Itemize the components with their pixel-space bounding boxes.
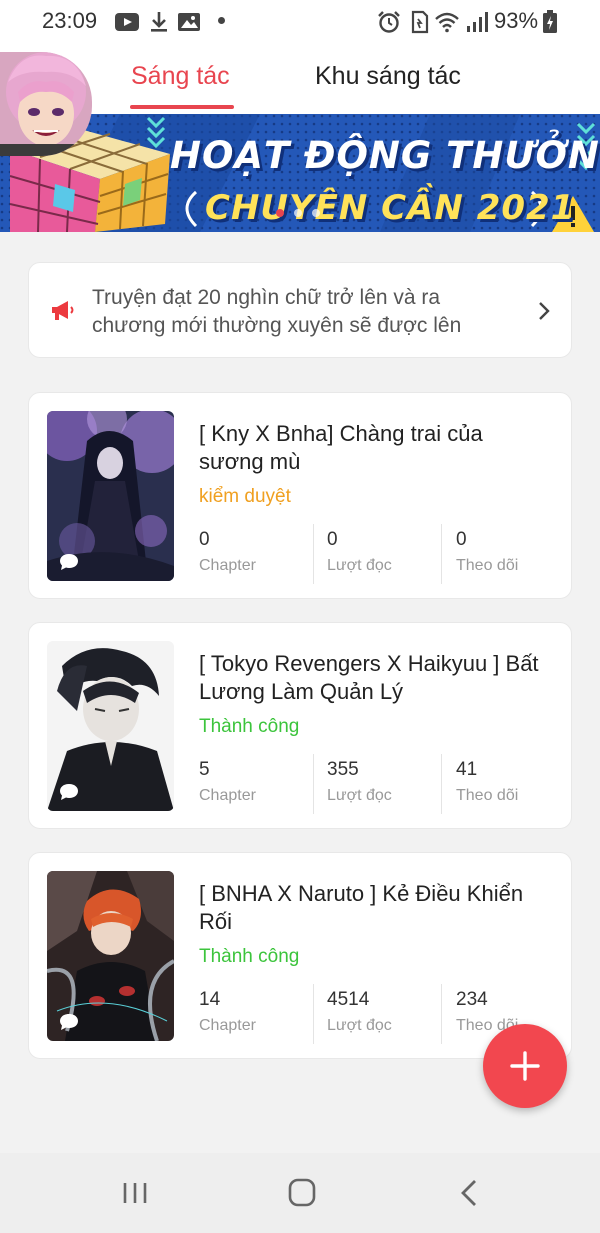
stat-value: 0 (327, 529, 338, 550)
tab-sang-tac[interactable]: Sáng tác (131, 62, 230, 91)
chat-bubble-icon (59, 553, 79, 571)
chat-bubble-icon (59, 1013, 79, 1031)
divider (441, 754, 442, 814)
stat-value: 4514 (327, 989, 370, 1010)
stat-label: Chapter (199, 557, 256, 574)
story-status: kiểm duyệt (199, 486, 291, 507)
stat-value: 355 (327, 759, 359, 780)
status-bar: 23:09 93% (0, 0, 600, 44)
stat-value: 14 (199, 989, 221, 1010)
chat-bubble-icon (59, 783, 79, 801)
stat-value: 0 (456, 529, 467, 550)
add-story-button[interactable] (483, 1024, 567, 1108)
notice-text: Truyện đạt 20 nghìn chữ trở lên và ra ch… (92, 286, 462, 337)
divider (441, 984, 442, 1044)
download-icon (146, 10, 172, 34)
story-card[interactable]: [ Tokyo Revengers X Haikyuu ] Bất Lương … (28, 622, 572, 829)
notice-card[interactable]: Truyện đạt 20 nghìn chữ trở lên và ra ch… (28, 262, 572, 358)
battery-charging-icon (542, 10, 558, 34)
alarm-icon (376, 10, 402, 34)
megaphone-icon (49, 297, 75, 323)
status-time: 23:09 (42, 8, 98, 33)
system-nav-bar (0, 1153, 600, 1233)
chevron-right-icon (535, 299, 553, 323)
stat-views: 4514 Lượt đọc (327, 989, 447, 1035)
divider (313, 524, 314, 584)
sim-icon (406, 10, 432, 34)
back-icon[interactable] (450, 1175, 490, 1211)
image-icon (176, 10, 202, 34)
banner-title-line2: CHUYÊN CẦN 2021 (205, 188, 576, 228)
tab-active-indicator (130, 105, 234, 109)
stat-label: Lượt đọc (327, 557, 392, 574)
stat-chapter: 5 Chapter (199, 759, 319, 805)
banner-dot-active (276, 209, 284, 217)
stat-views: 355 Lượt đọc (327, 759, 447, 805)
battery-percent: 93% (494, 8, 539, 33)
wifi-icon (434, 10, 460, 34)
story-cover (47, 871, 174, 1041)
divider (313, 984, 314, 1044)
dot-icon (218, 17, 225, 24)
story-title: [ Kny X Bnha] Chàng trai của sương mù (199, 421, 483, 474)
banner-title-line1: HOẠT ĐỘNG THƯỞNG (170, 134, 600, 177)
tab-khu-sang-tac[interactable]: Khu sáng tác (315, 62, 461, 91)
stat-label: Chapter (199, 787, 256, 804)
recent-apps-icon[interactable] (115, 1175, 155, 1211)
stat-chapter: 14 Chapter (199, 989, 319, 1035)
divider (313, 754, 314, 814)
header: Sáng tác Khu sáng tác (0, 44, 600, 156)
stat-value: 234 (456, 989, 488, 1010)
stat-chapter: 0 Chapter (199, 529, 319, 575)
stat-label: Lượt đọc (327, 1017, 392, 1034)
stat-label: Chapter (199, 1017, 256, 1034)
stat-label: Theo dõi (456, 557, 519, 574)
stat-label: Theo dõi (456, 787, 519, 804)
divider (441, 524, 442, 584)
story-cover (47, 411, 174, 581)
banner-dot (294, 209, 302, 217)
story-title: [ Tokyo Revengers X Haikyuu ] Bất Lương … (199, 651, 539, 704)
avatar[interactable] (0, 52, 92, 156)
stat-value: 0 (199, 529, 210, 550)
plus-icon (510, 1051, 540, 1081)
youtube-icon (114, 10, 140, 34)
stat-follows: 0 Theo dõi (456, 529, 576, 575)
story-card[interactable]: [ BNHA X Naruto ] Kẻ Điều Khiển Rối Thàn… (28, 852, 572, 1059)
story-cover (47, 641, 174, 811)
stat-value: 41 (456, 759, 478, 780)
signal-icon (464, 10, 490, 34)
stat-label: Lượt đọc (327, 787, 392, 804)
banner-dot (312, 209, 320, 217)
home-icon[interactable] (282, 1175, 322, 1211)
story-status: Thành công (199, 716, 300, 737)
stat-views: 0 Lượt đọc (327, 529, 447, 575)
stat-value: 5 (199, 759, 210, 780)
stat-follows: 41 Theo dõi (456, 759, 576, 805)
story-card[interactable]: [ Kny X Bnha] Chàng trai của sương mù ki… (28, 392, 572, 599)
story-status: Thành công (199, 946, 300, 967)
story-title: [ BNHA X Naruto ] Kẻ Điều Khiển Rối (199, 881, 524, 934)
